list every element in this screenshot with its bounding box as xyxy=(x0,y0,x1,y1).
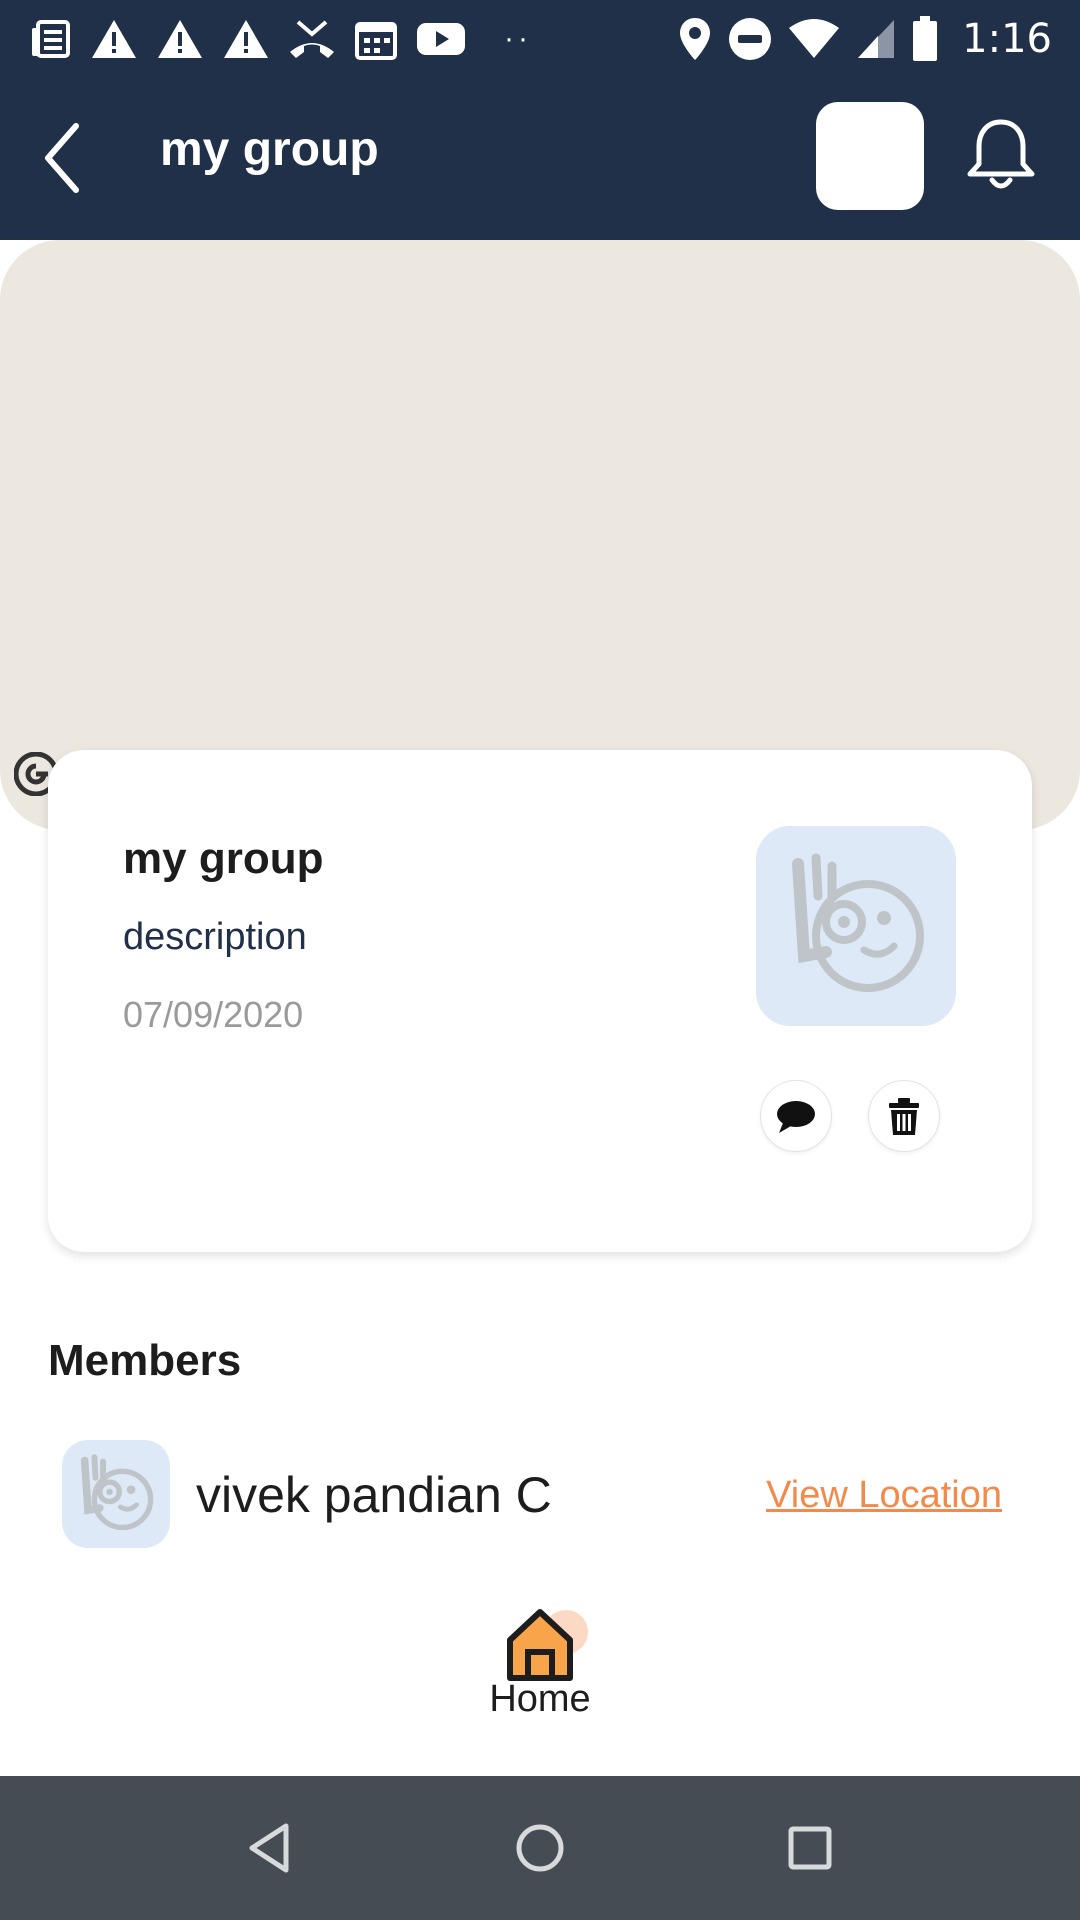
triangle-back-icon xyxy=(249,1823,289,1873)
header-action-button[interactable] xyxy=(816,102,924,210)
back-arrow-icon xyxy=(45,123,79,193)
group-title: my group xyxy=(123,834,324,883)
do-not-disturb-icon xyxy=(729,18,772,60)
members-heading: Members xyxy=(48,1336,242,1385)
chat-icon xyxy=(777,1101,815,1133)
location-icon xyxy=(680,18,711,60)
warning-icon xyxy=(92,20,136,58)
nav-back-button[interactable] xyxy=(234,1812,306,1884)
banner-area[interactable] xyxy=(0,240,1080,830)
system-navigation-bar xyxy=(0,1776,1080,1920)
back-button[interactable] xyxy=(40,118,90,198)
group-card: my group description 07/09/2020 xyxy=(48,750,1032,1252)
chat-button[interactable] xyxy=(760,1080,832,1152)
group-avatar xyxy=(756,826,956,1026)
more-notifications-icon: ·· xyxy=(504,22,532,55)
group-description: description xyxy=(123,916,307,958)
nav-recents-button[interactable] xyxy=(774,1812,846,1884)
trash-icon xyxy=(889,1098,919,1135)
status-bar-right-icons: 1:16 xyxy=(678,14,1052,64)
bell-icon xyxy=(967,119,1035,189)
battery-icon xyxy=(913,16,938,61)
news-icon xyxy=(32,20,70,58)
status-bar: ·· 1:16 xyxy=(0,0,1080,76)
status-bar-left-icons: ·· xyxy=(30,14,582,64)
member-name: vivek pandian C xyxy=(196,1467,552,1523)
delete-button[interactable] xyxy=(868,1080,940,1152)
warning-icon xyxy=(224,20,268,58)
missed-call-icon xyxy=(290,20,334,58)
warning-icon xyxy=(158,20,202,58)
nav-home-button[interactable] xyxy=(504,1812,576,1884)
page-title: my group xyxy=(160,123,379,176)
mascot-placeholder-icon xyxy=(80,1454,154,1531)
youtube-icon xyxy=(417,23,465,55)
app-bar: my group xyxy=(0,76,1080,240)
member-row: vivek pandian C View Location xyxy=(62,1440,1002,1550)
notifications-button[interactable] xyxy=(964,116,1038,196)
view-location-link[interactable]: View Location xyxy=(766,1474,1002,1517)
home-icon xyxy=(507,1609,588,1681)
square-recents-icon xyxy=(788,1826,832,1870)
group-date: 07/09/2020 xyxy=(123,994,304,1035)
mascot-placeholder-icon xyxy=(792,853,924,992)
signal-icon xyxy=(858,20,895,58)
status-time: 1:16 xyxy=(962,16,1052,62)
tab-home-label: Home xyxy=(489,1678,591,1720)
circle-home-icon xyxy=(516,1824,564,1872)
member-avatar xyxy=(62,1440,170,1548)
wifi-icon xyxy=(789,19,840,58)
tab-home[interactable]: Home xyxy=(470,1600,610,1730)
calendar-icon xyxy=(355,22,397,60)
